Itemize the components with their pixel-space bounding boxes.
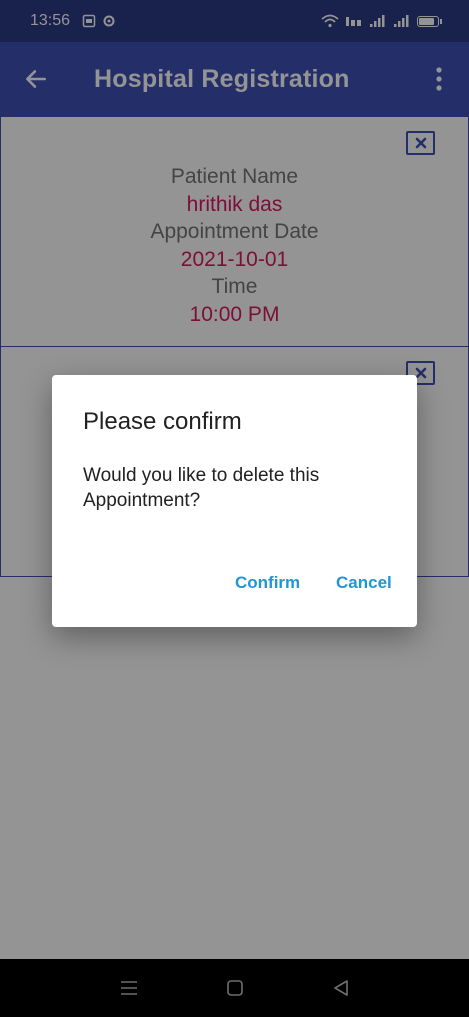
home-icon[interactable]	[226, 979, 244, 997]
dialog-title: Please confirm	[83, 408, 242, 435]
cancel-button[interactable]: Cancel	[336, 573, 392, 593]
back-nav-icon[interactable]	[332, 979, 350, 997]
menu-icon[interactable]	[120, 980, 138, 996]
confirm-button[interactable]: Confirm	[235, 573, 300, 593]
confirm-dialog: Please confirm Would you like to delete …	[52, 375, 417, 627]
dialog-message: Would you like to delete this Appointmen…	[83, 465, 320, 511]
system-nav-bar	[0, 959, 469, 1017]
